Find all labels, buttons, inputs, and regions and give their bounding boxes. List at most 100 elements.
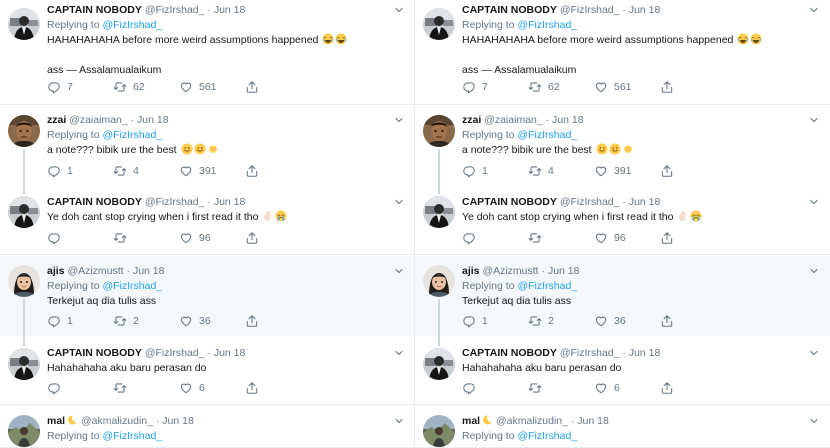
reply-button[interactable] — [462, 381, 528, 395]
author-handle[interactable]: @FizIrshad_ — [560, 4, 620, 16]
tweet-date[interactable]: · Jun 18 — [542, 265, 580, 277]
share-button[interactable] — [660, 164, 680, 178]
like-button[interactable]: 96 — [179, 231, 245, 245]
tweet-date[interactable]: · Jun 18 — [156, 415, 194, 427]
author-name[interactable]: ajis — [462, 265, 480, 277]
tweet-date[interactable]: · Jun 18 — [207, 347, 245, 359]
like-button[interactable]: 391 — [179, 164, 245, 178]
author-name[interactable]: mal — [47, 415, 65, 427]
share-button[interactable] — [660, 314, 680, 328]
tweet-date[interactable]: · Jun 18 — [127, 265, 165, 277]
avatar[interactable] — [423, 196, 455, 228]
reply-button[interactable] — [47, 381, 113, 395]
retweet-button[interactable] — [528, 231, 594, 245]
replying-to-link[interactable]: @FizIrshad_ — [517, 129, 577, 141]
author-name[interactable]: CAPTAIN NOBODY — [462, 4, 557, 16]
reply-button[interactable]: 7 — [462, 80, 528, 94]
author-name[interactable]: zzai — [47, 114, 66, 126]
reply-button[interactable] — [47, 231, 113, 245]
tweet-card[interactable]: CAPTAIN NOBODY @FizIrshad_ · Jun 18 Reply… — [415, 0, 830, 105]
replying-to-link[interactable]: @FizIrshad_ — [102, 430, 162, 442]
author-name[interactable]: CAPTAIN NOBODY — [47, 347, 142, 359]
share-button[interactable] — [660, 381, 680, 395]
tweet-card[interactable]: ajis @Azizmustt · Jun 18 Replying to @Fiz… — [0, 256, 415, 336]
tweet-date[interactable]: · Jun 18 — [131, 114, 169, 126]
share-button[interactable] — [245, 231, 265, 245]
tweet-card[interactable]: CAPTAIN NOBODY @FizIrshad_ · Jun 18 Ye do… — [0, 186, 415, 255]
reply-button[interactable] — [462, 231, 528, 245]
author-name[interactable]: mal — [462, 415, 480, 427]
replying-to-link[interactable]: @FizIrshad_ — [102, 129, 162, 141]
tweet-card[interactable]: ajis @Azizmustt · Jun 18 Replying to @Fiz… — [415, 256, 830, 336]
like-button[interactable]: 96 — [594, 231, 660, 245]
like-button[interactable]: 391 — [594, 164, 660, 178]
reply-button[interactable]: 1 — [462, 164, 528, 178]
avatar[interactable] — [423, 348, 455, 380]
tweet-card[interactable]: zzai @zaiaiman_ · Jun 18 Replying to @Fiz… — [415, 106, 830, 186]
replying-to-link[interactable]: @FizIrshad_ — [517, 430, 577, 442]
avatar[interactable] — [8, 415, 40, 447]
avatar[interactable] — [8, 196, 40, 228]
tweet-date[interactable]: · Jun 18 — [546, 114, 584, 126]
replying-to-link[interactable]: @FizIrshad_ — [102, 280, 162, 292]
share-button[interactable] — [245, 314, 265, 328]
author-name[interactable]: ajis — [47, 265, 65, 277]
reply-button[interactable]: 1 — [47, 164, 113, 178]
author-name[interactable]: CAPTAIN NOBODY — [462, 347, 557, 359]
author-handle[interactable]: @zaiaiman_ — [484, 114, 543, 126]
tweet-date[interactable]: · Jun 18 — [622, 4, 660, 16]
author-handle[interactable]: @Azizmustt — [482, 265, 538, 277]
avatar[interactable] — [8, 115, 40, 147]
tweet-date[interactable]: · Jun 18 — [622, 196, 660, 208]
avatar[interactable] — [423, 415, 455, 447]
retweet-button[interactable]: 4 — [113, 164, 179, 178]
share-button[interactable] — [660, 231, 680, 245]
like-button[interactable]: 36 — [179, 314, 245, 328]
reply-button[interactable]: 1 — [462, 314, 528, 328]
author-handle[interactable]: @FizIrshad_ — [145, 196, 205, 208]
author-handle[interactable]: @FizIrshad_ — [145, 347, 205, 359]
retweet-button[interactable] — [113, 231, 179, 245]
author-name[interactable]: zzai — [462, 114, 481, 126]
retweet-button[interactable]: 62 — [528, 80, 594, 94]
tweet-card[interactable]: zzai @zaiaiman_ · Jun 18 Replying to @Fiz… — [0, 106, 415, 186]
author-handle[interactable]: @Azizmustt — [67, 265, 123, 277]
tweet-card[interactable]: CAPTAIN NOBODY @FizIrshad_ · Jun 18 Hahah… — [415, 336, 830, 405]
like-button[interactable]: 561 — [594, 80, 660, 94]
like-button[interactable]: 6 — [594, 381, 660, 395]
avatar[interactable] — [423, 115, 455, 147]
tweet-date[interactable]: · Jun 18 — [622, 347, 660, 359]
author-handle[interactable]: @FizIrshad_ — [560, 196, 620, 208]
like-button[interactable]: 36 — [594, 314, 660, 328]
tweet-card[interactable]: CAPTAIN NOBODY @FizIrshad_ · Jun 18 Hahah… — [0, 336, 415, 405]
tweet-card[interactable]: CAPTAIN NOBODY @FizIrshad_ · Jun 18 Reply… — [0, 0, 415, 105]
avatar[interactable] — [8, 348, 40, 380]
tweet-date[interactable]: · Jun 18 — [571, 415, 609, 427]
avatar[interactable] — [423, 8, 455, 40]
share-button[interactable] — [245, 80, 265, 94]
share-button[interactable] — [245, 164, 265, 178]
share-button[interactable] — [660, 80, 680, 94]
author-handle[interactable]: @FizIrshad_ — [560, 347, 620, 359]
avatar[interactable] — [8, 8, 40, 40]
like-button[interactable]: 6 — [179, 381, 245, 395]
author-handle[interactable]: @akmalizudin_ — [81, 415, 153, 427]
author-name[interactable]: CAPTAIN NOBODY — [47, 4, 142, 16]
retweet-button[interactable] — [113, 381, 179, 395]
reply-button[interactable]: 1 — [47, 314, 113, 328]
author-handle[interactable]: @akmalizudin_ — [496, 415, 568, 427]
retweet-button[interactable] — [528, 381, 594, 395]
replying-to-link[interactable]: @FizIrshad_ — [517, 280, 577, 292]
author-handle[interactable]: @zaiaiman_ — [69, 114, 128, 126]
tweet-card[interactable]: mal @akmalizudin_ · Jun 18 Replying to @F… — [415, 406, 830, 448]
author-handle[interactable]: @FizIrshad_ — [145, 4, 205, 16]
avatar[interactable] — [423, 265, 455, 297]
retweet-button[interactable]: 2 — [528, 314, 594, 328]
retweet-button[interactable]: 2 — [113, 314, 179, 328]
tweet-date[interactable]: · Jun 18 — [207, 196, 245, 208]
retweet-button[interactable]: 62 — [113, 80, 179, 94]
avatar[interactable] — [8, 265, 40, 297]
share-button[interactable] — [245, 381, 265, 395]
reply-button[interactable]: 7 — [47, 80, 113, 94]
author-name[interactable]: CAPTAIN NOBODY — [47, 196, 142, 208]
